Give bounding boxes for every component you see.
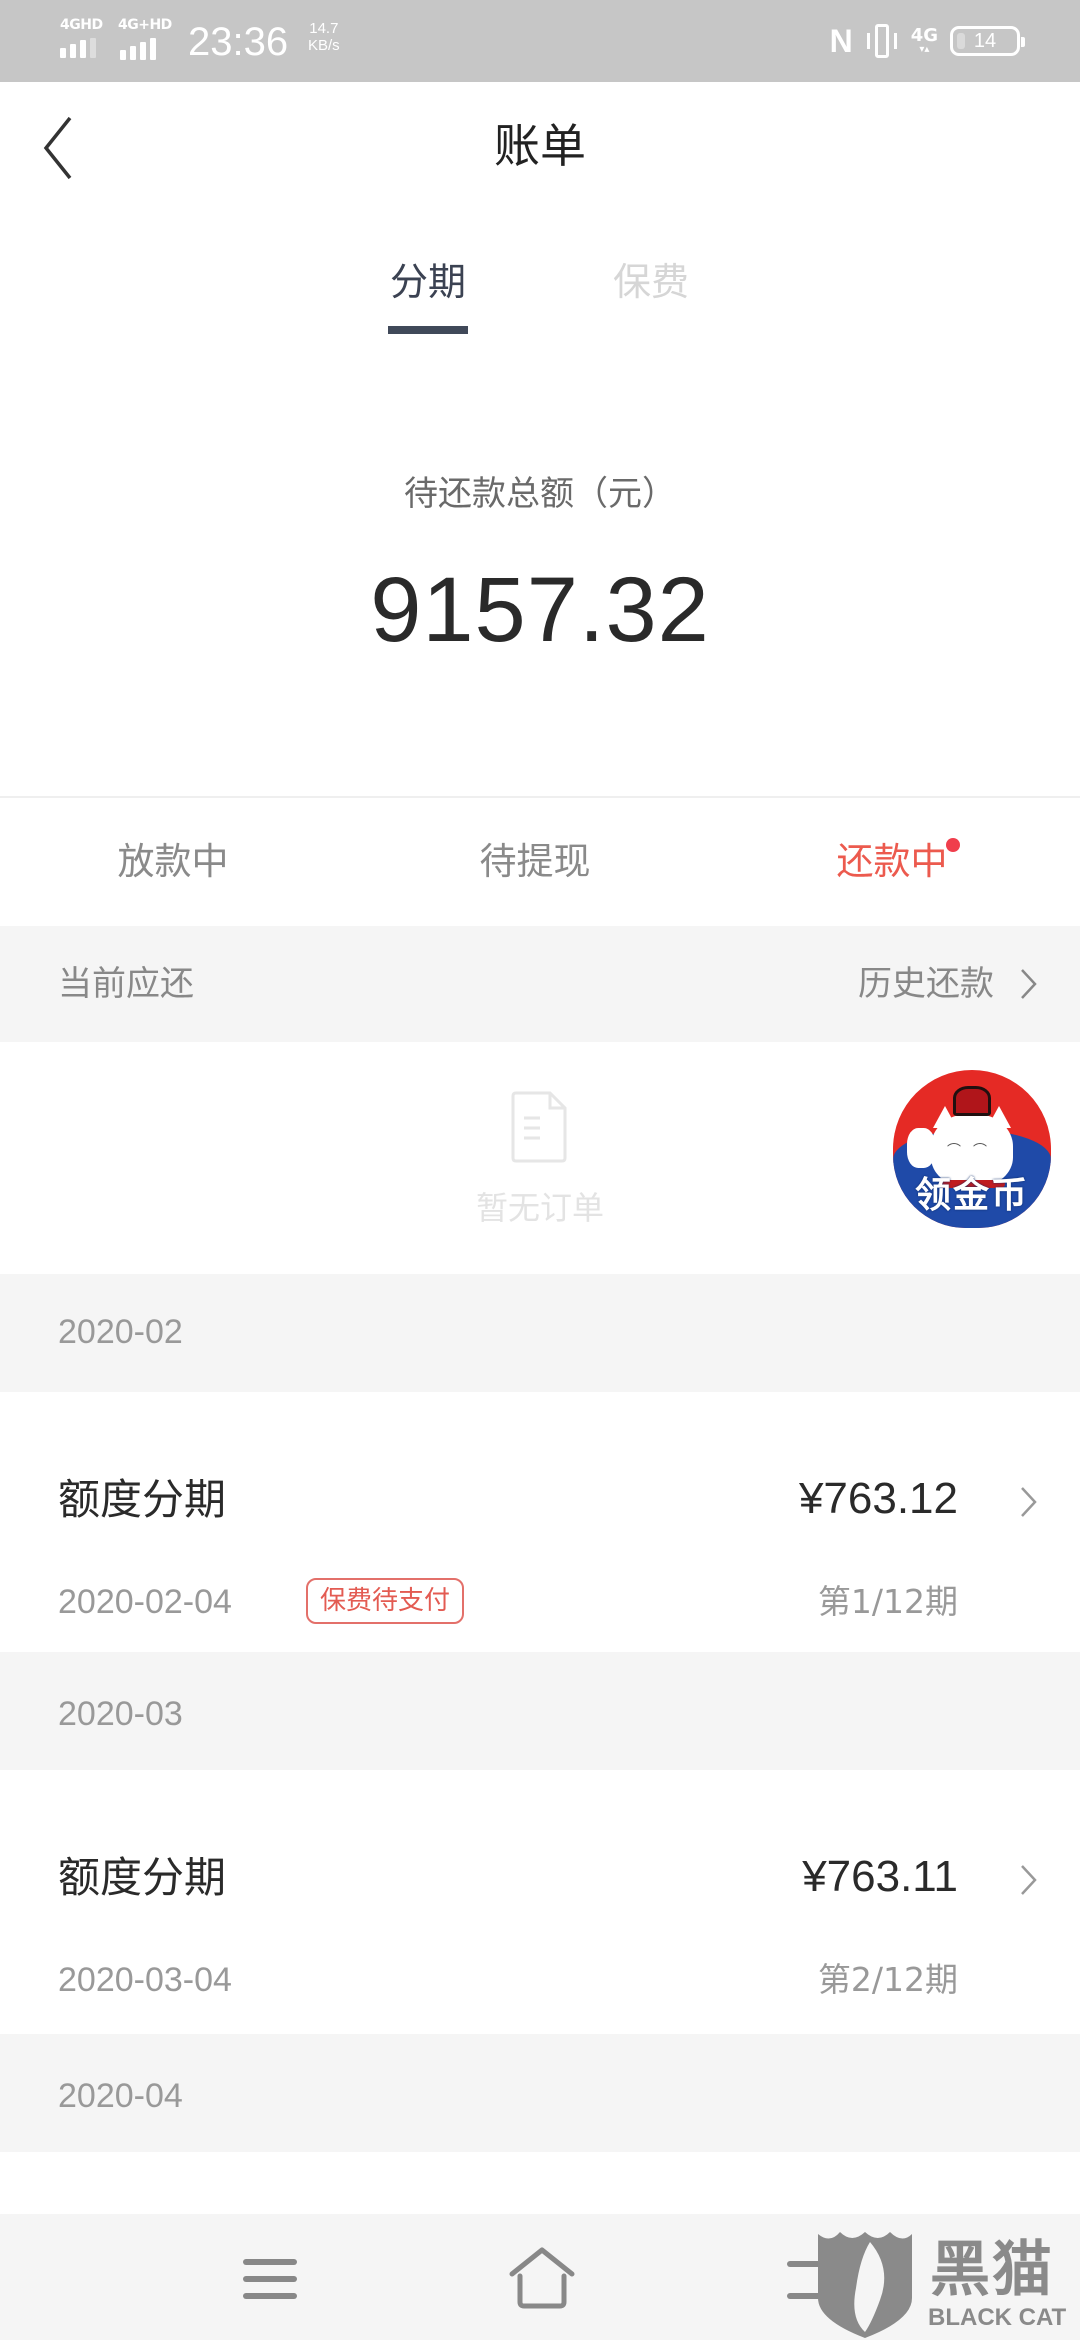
speed-unit: KB/s [308,37,340,54]
bill-date: 2020-02-04 [58,1583,232,1621]
month-label: 2020-03 [58,1695,183,1733]
history-repayment-link[interactable]: 历史还款 [858,956,1040,1012]
month-header: 2020-04 [0,2034,1080,2152]
status-icons: N 4G ▾▴ 14 [829,22,1025,60]
menu-icon [243,2259,297,2299]
bill-name: 额度分期 [58,1475,227,1524]
network-speed: 14.7 KB/s [308,20,340,54]
month-label: 2020-02 [58,1313,183,1351]
bill-item[interactable]: 额度分期 ¥763.11 2020-03-04 第2/12期 [0,1770,1080,2034]
tab-repaying[interactable]: 还款中 [792,834,992,890]
current-due-bar: 当前应还 历史还款 [0,926,1080,1042]
chevron-right-icon [1021,969,1037,999]
installment-period: 第2/12期 [817,1960,958,1999]
network-1-label: 4GHD [60,17,103,33]
claim-coins-label: 领金币 [914,1175,1029,1216]
chevron-right-icon [1021,1865,1037,1895]
speed-value: 14.7 [309,20,339,37]
signal-1-icon [60,38,96,58]
month-header: 2020-03 [0,1652,1080,1770]
tab-pending-withdrawal[interactable]: 待提现 [435,834,635,890]
battery-label: 14 [973,29,997,52]
total-due-amount: 9157.32 [370,559,710,661]
network-2-label: 4G+HD [118,17,172,33]
month-header: 2020-02 [0,1274,1080,1392]
tab-insurance-fee[interactable]: 保费 [591,246,711,318]
bill-amount: ¥763.12 [798,1474,958,1523]
installment-period: 第1/12期 [817,1582,958,1621]
nfc-icon: N [829,23,853,59]
status-bar: 4GHD 4G+HD 23:36 14.7 KB/s N 4G ▾▴ 14 [0,0,1080,82]
status-tabs: 放款中 待提现 还款中 [0,798,1080,926]
history-repayment-label: 历史还款 [858,964,994,1004]
active-tab-indicator [388,326,468,334]
home-icon [509,2247,575,2309]
current-due-label: 当前应还 [58,964,194,1004]
system-back-button[interactable] [770,2244,850,2314]
data-arrows-icon: ▾▴ [919,44,930,55]
segment-tabs: 分期 保费 [0,246,1080,342]
mobile-data-label: 4G [910,25,938,46]
chevron-right-icon [1021,1487,1037,1517]
home-button[interactable] [502,2244,582,2314]
system-nav-bar [0,2214,1080,2340]
document-icon [511,1091,567,1163]
bill-item[interactable]: 额度分期 ¥763.12 2020-02-04 保费待支付 第1/12期 [0,1392,1080,1652]
mobile-data-icon: 4G ▾▴ [911,27,938,55]
tab-disbursing[interactable]: 放款中 [73,834,273,890]
app-header: 账单 [0,82,1080,214]
month-label: 2020-04 [58,2077,183,2115]
clock: 23:36 [188,20,289,64]
vibrate-icon [865,24,899,58]
battery-icon: 14 [950,26,1025,56]
back-icon [787,2261,833,2299]
tab-installment[interactable]: 分期 [368,246,488,318]
recent-apps-button[interactable] [230,2244,310,2314]
bill-name: 额度分期 [58,1853,227,1902]
total-due-label: 待还款总额（元） [404,474,676,514]
cat-eyes: ⌒⌒ [947,1143,999,1159]
battery-level [957,33,965,49]
claim-coins-badge[interactable]: ⌒⌒ 领金币 [893,1070,1051,1228]
signal-2-icon [120,38,156,60]
page-title: 账单 [494,119,586,173]
fee-unpaid-badge: 保费待支付 [306,1578,465,1624]
bill-amount: ¥763.11 [802,1852,958,1901]
bill-date: 2020-03-04 [58,1961,232,1999]
cat-hat [953,1086,991,1116]
notification-dot [946,838,960,852]
